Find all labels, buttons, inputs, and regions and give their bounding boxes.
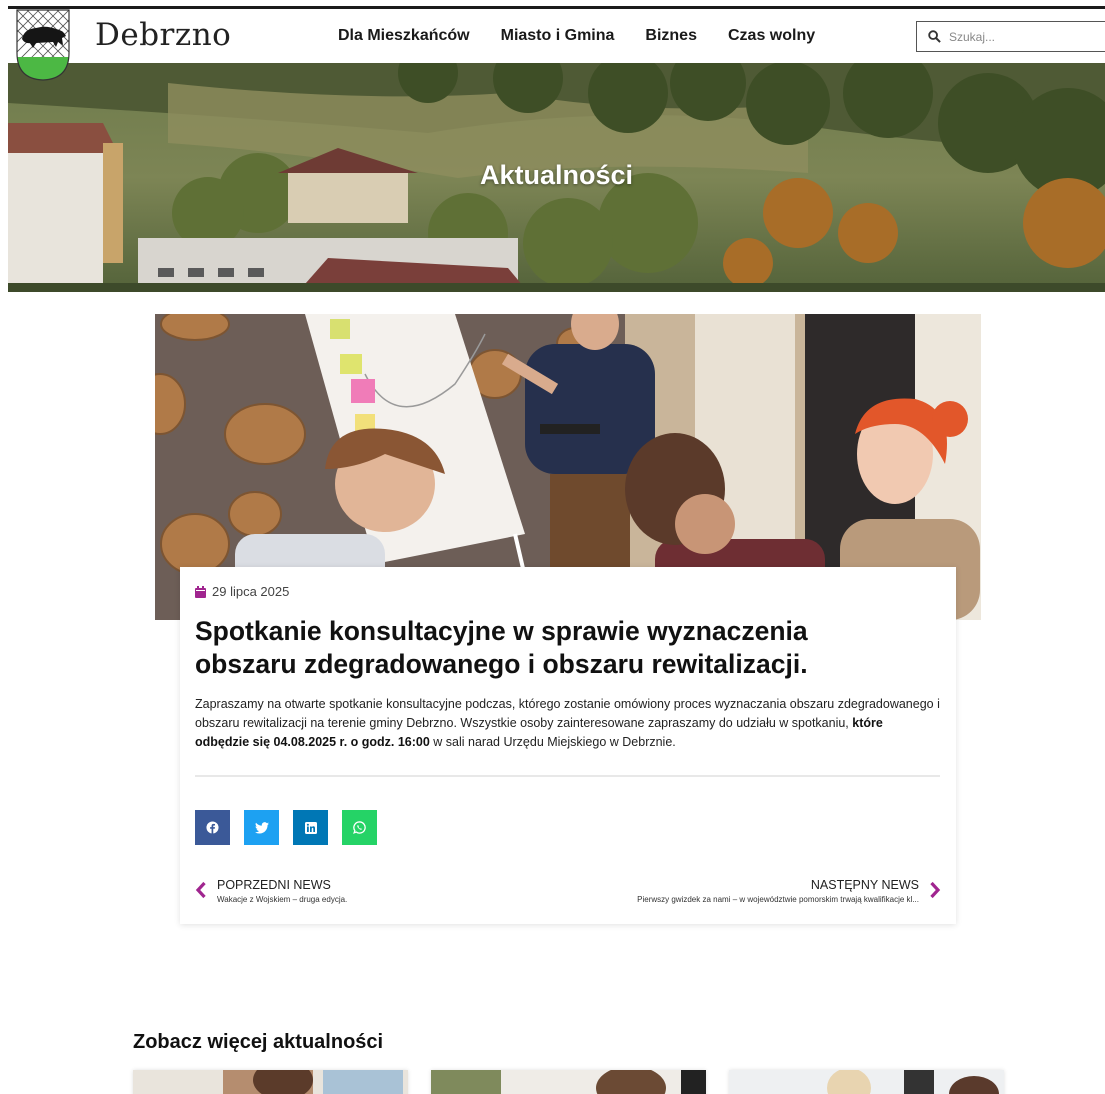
date-text: 29 lipca 2025 (212, 584, 290, 599)
article-title: Spotkanie konsultacyjne w sprawie wyznac… (195, 616, 808, 679)
search-input[interactable] (949, 29, 1089, 44)
next-news-title: Pierwszy gwizdek za nami – w województwi… (637, 895, 919, 904)
article-card: 29 lipca 2025 Spotkanie konsultacyjne w … (180, 567, 956, 924)
article-body: Zapraszamy na otwarte spotkanie konsulta… (195, 695, 940, 752)
chevron-right-icon (930, 881, 941, 899)
divider (195, 775, 940, 777)
share-buttons (195, 810, 377, 845)
previous-news-title: Wakacje z Wojskiem – druga edycja. (217, 895, 348, 904)
hero-banner: Aktualności (8, 63, 1105, 292)
site-header: Debrzno Dla Mieszkańców Miasto i Gmina B… (8, 9, 1105, 63)
share-whatsapp-button[interactable] (342, 810, 377, 845)
facebook-icon (206, 821, 219, 834)
search-icon (928, 30, 941, 43)
next-news-label: NASTĘPNY NEWS (810, 878, 919, 892)
share-facebook-button[interactable] (195, 810, 230, 845)
main-nav: Dla Mieszkańców Miasto i Gmina Biznes Cz… (338, 27, 846, 45)
share-linkedin-button[interactable] (293, 810, 328, 845)
search-box[interactable] (916, 21, 1105, 52)
nav-item-business[interactable]: Biznes (645, 27, 697, 45)
nav-item-residents[interactable]: Dla Mieszkańców (338, 27, 470, 45)
share-twitter-button[interactable] (244, 810, 279, 845)
page-title: Aktualności (479, 160, 634, 190)
linkedin-icon (304, 821, 317, 834)
article-body-text: Zapraszamy na otwarte spotkanie konsulta… (195, 697, 940, 730)
chevron-left-icon (195, 881, 206, 899)
twitter-icon (254, 821, 269, 834)
more-news-heading: Zobacz więcej aktualności (133, 1031, 384, 1053)
nav-item-leisure[interactable]: Czas wolny (728, 27, 815, 45)
article-date: 29 lipca 2025 (195, 584, 289, 599)
article-body-text-end: w sali narad Urzędu Miejskiego w Debrzni… (429, 735, 676, 749)
next-news-link[interactable]: NASTĘPNY NEWS Pierwszy gwizdek za nami –… (637, 878, 941, 904)
previous-news-label: POPRZEDNI NEWS (217, 878, 331, 892)
nav-item-city[interactable]: Miasto i Gmina (501, 27, 615, 45)
calendar-icon (195, 585, 206, 598)
news-card-thumbnail[interactable] (431, 1070, 706, 1094)
previous-news-link[interactable]: POPRZEDNI NEWS Wakacje z Wojskiem – drug… (195, 878, 347, 904)
whatsapp-icon (353, 821, 366, 834)
coat-of-arms-logo[interactable] (16, 9, 70, 81)
news-card-thumbnail[interactable] (133, 1070, 408, 1094)
site-logo-text[interactable]: Debrzno (95, 17, 231, 53)
news-card-thumbnail[interactable] (729, 1070, 1004, 1094)
